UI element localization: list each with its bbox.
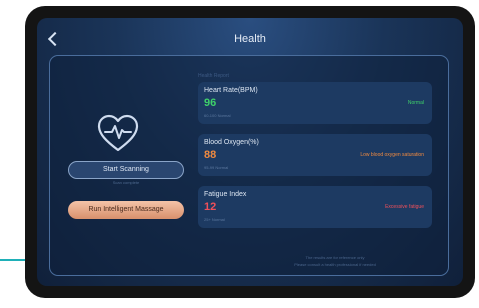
footnote-line: Please consult a health professional if …: [294, 262, 376, 267]
start-scanning-button[interactable]: Start Scanning: [68, 161, 184, 179]
screen: Health Start Scanning Scan complete Run …: [37, 18, 463, 286]
report-label: Health Report: [198, 73, 229, 79]
metric-card-fatigue: Fatigue Index 12 25+ Normal Excessive fa…: [198, 186, 432, 228]
footnote: The results are for reference only Pleas…: [250, 254, 420, 268]
metric-value: 88: [204, 149, 217, 161]
metric-card-heart-rate: Heart Rate(BPM) 96 60-100 Normal Normal: [198, 82, 432, 124]
metric-card-blood-oxygen: Blood Oxygen(%) 88 95-99 Normal Low bloo…: [198, 134, 432, 176]
metric-range: 60-100 Normal: [204, 113, 231, 118]
footnote-line: The results are for reference only: [305, 255, 365, 260]
metric-range: 25+ Normal: [204, 217, 225, 222]
metric-value: 12: [204, 201, 217, 213]
run-massage-button[interactable]: Run Intelligent Massage: [68, 201, 184, 219]
metric-status: Excessive fatigue: [385, 204, 424, 210]
metric-name: Blood Oxygen(%): [204, 139, 259, 146]
health-panel: Start Scanning Scan complete Run Intelli…: [49, 55, 449, 276]
heart-pulse-icon: [96, 112, 140, 156]
metric-name: Heart Rate(BPM): [204, 87, 258, 94]
page-title: Health: [234, 33, 266, 45]
metric-name: Fatigue Index: [204, 191, 247, 198]
metric-range: 95-99 Normal: [204, 165, 229, 170]
metric-status: Normal: [407, 100, 424, 106]
scan-hint: Scan complete: [112, 180, 140, 185]
metric-value: 96: [204, 97, 217, 109]
metric-status: Low blood oxygen saturation: [360, 152, 424, 158]
tablet-device: Health Start Scanning Scan complete Run …: [25, 6, 475, 298]
